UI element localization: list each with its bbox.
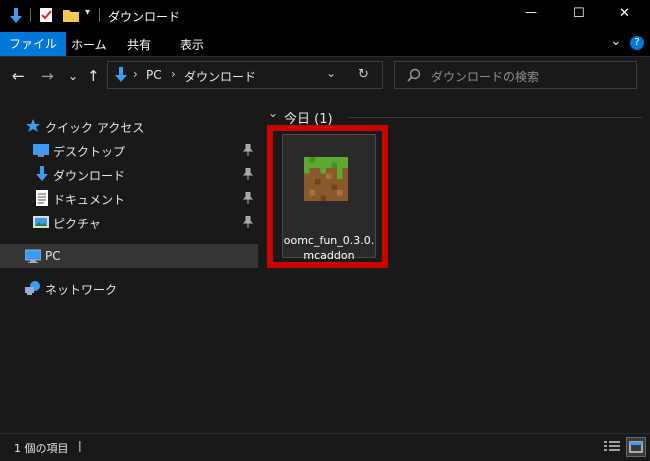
breadcrumb-downloads[interactable]: ダウンロード — [184, 68, 256, 85]
document-icon — [35, 190, 51, 206]
highlight-annotation-box — [267, 125, 388, 268]
pictures-icon — [33, 214, 49, 230]
group-divider — [348, 117, 642, 118]
refresh-button[interactable]: ↻ — [358, 67, 369, 82]
download-icon — [114, 66, 128, 84]
pin-icon[interactable] — [243, 168, 253, 180]
item-count: 1 個の項目 — [14, 442, 69, 455]
maximize-button[interactable]: ☐ — [573, 6, 585, 21]
back-button[interactable]: ← — [12, 67, 25, 85]
tab-home[interactable]: ホーム — [71, 36, 107, 53]
nav-item-label: クイック アクセス — [45, 121, 145, 135]
network-icon — [25, 280, 41, 296]
tab-share[interactable]: 共有 — [127, 36, 151, 53]
group-collapse-icon[interactable]: ⌄ — [268, 106, 278, 120]
pin-icon[interactable] — [243, 144, 253, 156]
nav-item-label: ダウンロード — [53, 169, 126, 183]
close-button[interactable]: ✕ — [619, 6, 630, 21]
details-view-icon[interactable] — [604, 440, 620, 454]
ribbon-collapse-icon[interactable]: ⌄ — [610, 33, 622, 49]
address-bar[interactable]: › PC › ダウンロード ⌄ ↻ — [107, 61, 383, 89]
search-placeholder: ダウンロードの検索 — [431, 70, 540, 84]
tab-file[interactable]: ファイル — [0, 32, 67, 56]
forward-button[interactable]: → — [41, 67, 54, 85]
window-title: ダウンロード — [108, 10, 181, 24]
title-divider — [99, 8, 100, 22]
nav-item-pc[interactable]: PC — [0, 244, 258, 268]
tab-view[interactable]: 表示 — [180, 36, 204, 53]
nav-item-network[interactable]: ネットワーク — [0, 276, 258, 300]
address-dropdown-icon[interactable]: ⌄ — [326, 66, 336, 80]
nav-item-pictures[interactable]: ピクチャ — [0, 210, 258, 234]
navigation-pane: クイック アクセス デスクトップ ダウンロード ドキュメント ピクチャ PC ネ… — [0, 97, 258, 433]
nav-item-downloads[interactable]: ダウンロード — [0, 162, 258, 186]
nav-item-label: デスクトップ — [53, 145, 126, 159]
properties-icon[interactable] — [38, 6, 54, 24]
qat-customize-icon[interactable]: ▾ — [85, 7, 90, 18]
star-icon — [25, 118, 41, 134]
title-bar: ▾ ダウンロード — ☐ ✕ — [0, 0, 650, 32]
nav-item-quick-access[interactable]: クイック アクセス — [0, 114, 258, 138]
status-bar: 1 個の項目 | — [0, 433, 650, 461]
nav-item-label: PC — [45, 249, 61, 263]
nav-item-desktop[interactable]: デスクトップ — [0, 138, 258, 162]
breadcrumb-pc[interactable]: PC — [146, 68, 162, 82]
pin-icon[interactable] — [243, 216, 253, 228]
title-divider — [30, 8, 31, 22]
nav-item-label: ドキュメント — [53, 193, 126, 207]
recent-locations-button[interactable]: ⌄ — [68, 67, 78, 85]
download-icon — [35, 166, 51, 182]
breadcrumb-separator: › — [171, 67, 176, 81]
large-icons-view-icon[interactable] — [626, 437, 646, 457]
pin-icon[interactable] — [243, 192, 253, 204]
search-box[interactable]: ダウンロードの検索 — [394, 61, 637, 89]
nav-item-label: ピクチャ — [53, 217, 101, 231]
breadcrumb-separator: › — [133, 67, 138, 81]
pc-icon — [25, 248, 41, 264]
desktop-icon — [33, 142, 49, 158]
nav-item-label: ネットワーク — [45, 283, 118, 297]
new-folder-icon[interactable] — [62, 7, 80, 23]
nav-item-documents[interactable]: ドキュメント — [0, 186, 258, 210]
ribbon-tabs: ファイル ホーム 共有 表示 ⌄ ? — [0, 32, 650, 57]
search-icon — [407, 68, 421, 82]
status-separator: | — [78, 439, 82, 452]
help-icon[interactable]: ? — [630, 36, 644, 50]
up-button[interactable]: ↑ — [87, 67, 100, 85]
download-icon — [8, 7, 24, 25]
minimize-button[interactable]: — — [525, 5, 537, 19]
